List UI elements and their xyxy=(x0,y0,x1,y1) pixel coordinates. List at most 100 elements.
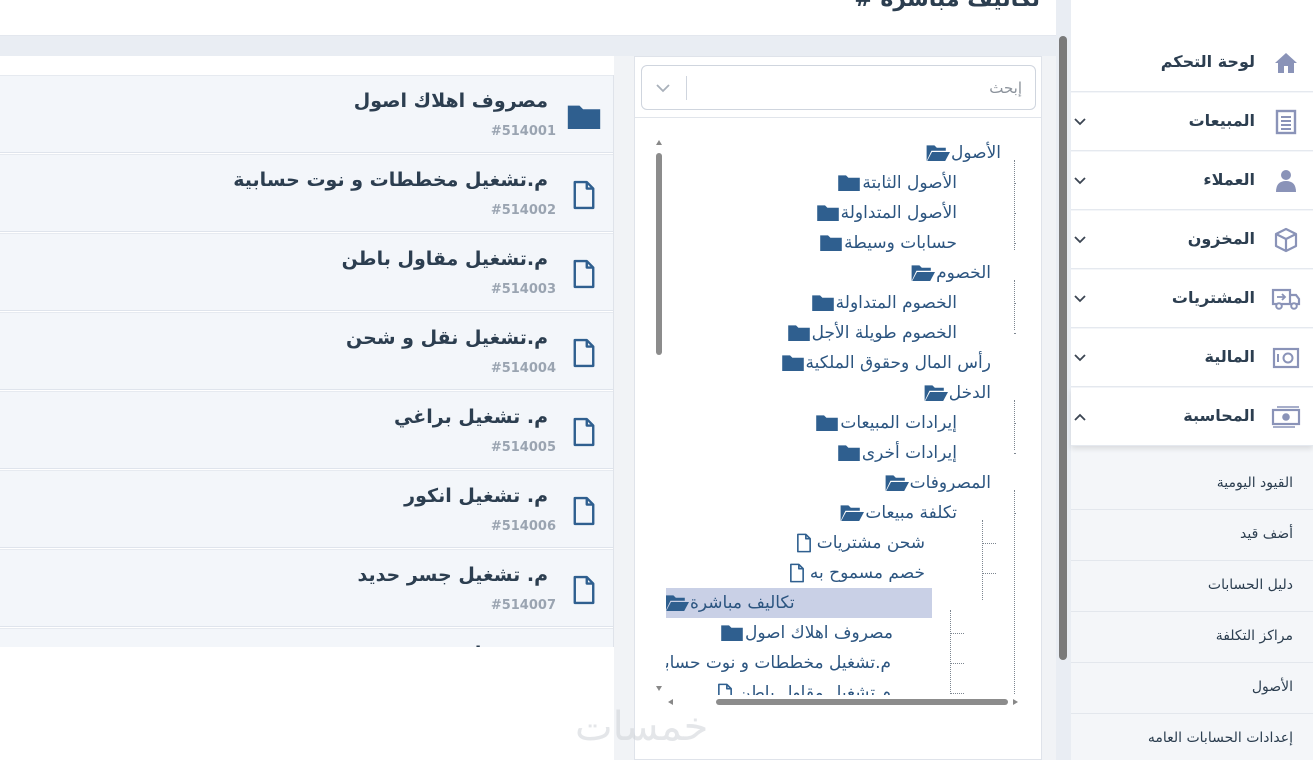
tree-node-label: خصم مسموح به xyxy=(809,563,925,583)
tree-connector-line xyxy=(1014,333,1016,334)
tree-connector-line xyxy=(982,543,996,544)
account-row[interactable]: م. تشغيل جسر حديد #514007 xyxy=(0,549,613,627)
page-title: تكاليف مباشرة # xyxy=(854,0,1040,12)
folder-open-icon xyxy=(884,472,910,494)
watermark-logo: خمسات xyxy=(575,704,709,750)
tree-node-label: الخصوم xyxy=(936,263,991,283)
tree-node[interactable]: الأصول المتداولة xyxy=(815,198,960,228)
tree-node[interactable]: تكاليف مباشرة xyxy=(666,588,932,618)
tree-horizontal-scroll-thumb[interactable] xyxy=(716,699,1008,705)
account-row[interactable]: م. تشغيل انكور #514006 xyxy=(0,470,613,548)
folder-open-icon xyxy=(839,502,865,524)
sidebar-item[interactable]: المشتريات xyxy=(1071,270,1313,328)
account-row[interactable]: م.تشغيل مخططات و نوت حسابية #514002 xyxy=(0,154,613,232)
sidebar-item[interactable]: المخزون xyxy=(1071,211,1313,269)
tree-separator xyxy=(635,117,1041,118)
sidebar-item[interactable]: المالية xyxy=(1071,329,1313,387)
folder-icon xyxy=(786,322,812,344)
chevron-up-icon[interactable] xyxy=(1071,408,1089,426)
account-row[interactable]: مصروف اهلاك اصول #514001 xyxy=(0,75,613,153)
tree-node[interactable]: م.تشغيل مقاول باطن xyxy=(712,678,894,695)
tree-node[interactable]: خصم مسموح به xyxy=(784,558,928,588)
chevron-down-icon[interactable] xyxy=(1071,113,1089,131)
tree-node-label: تكلفة مبيعات xyxy=(865,503,957,523)
tree-connector-line xyxy=(1014,303,1016,304)
scroll-down-arrow-icon[interactable] xyxy=(656,686,662,691)
tree-node[interactable]: م.تشغيل مخططات و نوت حسابية xyxy=(666,648,894,678)
tree-node-label: رأس المال وحقوق الملكية xyxy=(805,353,991,373)
scroll-up-arrow-icon[interactable] xyxy=(656,140,662,145)
tree-node-label: إيرادات أخرى xyxy=(861,443,957,463)
account-code: #514004 xyxy=(490,361,556,376)
sidebar-item[interactable]: العملاء xyxy=(1071,152,1313,210)
tree-node[interactable]: مصروف اهلاك اصول xyxy=(719,618,896,648)
sidebar-subitem-label: إعدادات الحسابات العامه xyxy=(1147,730,1293,746)
tree-connector-line xyxy=(950,610,951,695)
tree-node-label: حسابات وسيطة xyxy=(844,233,957,253)
tree-node[interactable]: الخصوم المتداولة xyxy=(810,288,960,318)
account-name: م.تشغيل نقل و شحن xyxy=(346,327,548,349)
sidebar-item-label: المخزون xyxy=(1187,229,1255,248)
account-row[interactable]: م.تشغيل ... xyxy=(0,628,613,647)
tree-node[interactable]: إيرادات المبيعات xyxy=(814,408,960,438)
tree-search-box[interactable] xyxy=(641,65,1036,110)
tree-connector-line xyxy=(950,663,964,664)
tree-search-input[interactable] xyxy=(692,72,1022,104)
tree-node[interactable]: شحن مشتريات xyxy=(791,528,928,558)
sidebar-subitem[interactable]: دليل الحسابات xyxy=(1071,561,1313,612)
tree-node[interactable]: رأس المال وحقوق الملكية xyxy=(780,348,994,378)
tree-connector-line xyxy=(1014,423,1016,424)
sidebar-item-label: لوحة التحكم xyxy=(1160,52,1255,71)
box-icon xyxy=(1271,226,1301,254)
account-row[interactable]: م.تشغيل نقل و شحن #514004 xyxy=(0,312,613,390)
account-row[interactable]: م.تشغيل مقاول باطن #514003 xyxy=(0,233,613,311)
chevron-down-icon[interactable] xyxy=(652,77,674,99)
tree-node-label: شحن مشتريات xyxy=(816,533,925,553)
sidebar-subitem-label: مراكز التكلفة xyxy=(1215,628,1293,644)
tree-connector-line xyxy=(982,573,996,574)
chevron-down-icon[interactable] xyxy=(1071,349,1089,367)
page-scroll-thumb[interactable] xyxy=(1059,36,1067,660)
chevron-down-icon[interactable] xyxy=(1071,172,1089,190)
tree-node[interactable]: الأصول الثابتة xyxy=(836,168,960,198)
tree-node[interactable]: حسابات وسيطة xyxy=(818,228,960,258)
tree-node-label: الخصوم طويلة الأجل xyxy=(811,323,957,343)
tree-vertical-scroll-thumb[interactable] xyxy=(656,153,662,355)
scroll-right-arrow-icon[interactable] xyxy=(1013,699,1018,705)
tree-connector-line xyxy=(982,520,983,600)
sidebar-item[interactable]: المحاسبة xyxy=(1071,388,1313,446)
tree-connector-line xyxy=(1014,243,1016,244)
tree-node[interactable]: تكلفة مبيعات xyxy=(839,498,960,528)
account-name: م.تشغيل مخططات و نوت حسابية xyxy=(233,169,548,191)
file-icon xyxy=(564,256,604,292)
sidebar-subitem[interactable]: مراكز التكلفة xyxy=(1071,612,1313,663)
tree-node[interactable]: إيرادات أخرى xyxy=(836,438,960,468)
sidebar-subitem[interactable]: أضف قيد xyxy=(1071,510,1313,561)
tree-node[interactable]: الخصوم xyxy=(910,258,994,288)
tree-node-label: الأصول الثابتة xyxy=(862,173,957,193)
chevron-down-icon[interactable] xyxy=(1071,290,1089,308)
folder-icon xyxy=(719,622,745,644)
tree-node[interactable]: الدخل xyxy=(923,378,994,408)
folder-icon xyxy=(810,292,836,314)
content-top-band xyxy=(0,36,1056,56)
sidebar-subitem[interactable]: القيود اليومية xyxy=(1071,459,1313,510)
tree-node-label: الأصول xyxy=(951,143,1001,163)
tree-node[interactable]: الخصوم طويلة الأجل xyxy=(786,318,960,348)
sidebar-subitem[interactable]: الأصول xyxy=(1071,663,1313,714)
sidebar-item[interactable]: المبيعات xyxy=(1071,93,1313,151)
sidebar-subitem-label: دليل الحسابات xyxy=(1207,577,1293,593)
file-icon xyxy=(791,532,817,554)
account-name: م. تشغيل براغي xyxy=(394,406,548,428)
sidebar-item[interactable]: لوحة التحكم xyxy=(1071,34,1313,92)
folder-open-icon xyxy=(910,262,936,284)
tree-node[interactable]: المصروفات xyxy=(884,468,994,498)
account-name: م.تشغيل ... xyxy=(437,643,548,647)
tree-connector-line xyxy=(1014,453,1016,454)
chevron-down-icon[interactable] xyxy=(1071,231,1089,249)
tree-node[interactable]: الأصول xyxy=(925,138,1004,168)
sidebar-item-label: المبيعات xyxy=(1188,111,1255,130)
sidebar-subitem[interactable]: إعدادات الحسابات العامه xyxy=(1071,714,1313,760)
account-row[interactable]: م. تشغيل براغي #514005 xyxy=(0,391,613,469)
tree-connector-line xyxy=(1014,213,1016,214)
